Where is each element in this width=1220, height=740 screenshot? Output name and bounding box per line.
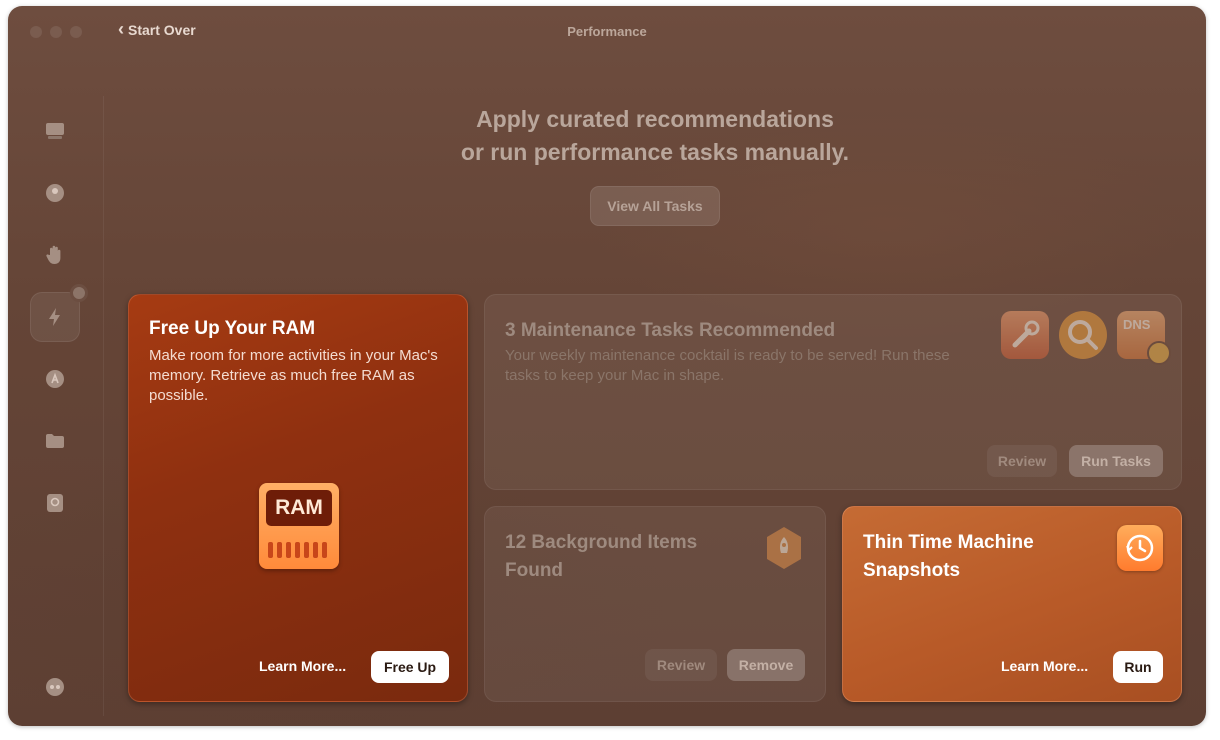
remove-button[interactable]: Remove [727,649,805,681]
run-button[interactable]: Run [1113,651,1163,683]
view-all-tasks-button[interactable]: View All Tasks [590,186,720,226]
headline-line-2: or run performance tasks manually. [460,139,850,165]
maintenance-tasks-card: 3 Maintenance Tasks Recommended Your wee… [484,294,1182,490]
maintenance-card-title: 3 Maintenance Tasks Recommended [505,320,836,341]
background-card-title: 12 Background Items Found [505,532,698,581]
sidebar-item-protection[interactable] [30,168,80,218]
folder-icon [46,434,64,448]
bolt-icon [49,308,60,326]
headline-line-1: Apply curated recommendations [476,106,834,132]
shield-icon [46,184,64,202]
dns-icon-label: DNS [1123,317,1151,332]
sidebar-item-files[interactable] [30,416,80,466]
time-machine-learn-more-link[interactable]: Learn More... [1001,658,1088,674]
background-review-button[interactable]: Review [645,649,717,681]
clock-icon [1147,341,1171,365]
ram-chip-icon: RAM [259,483,339,569]
apps-icon [46,370,64,388]
sidebar-item-space-lens[interactable] [30,478,80,528]
time-machine-card: Thin Time Machine Snapshots Learn More..… [842,506,1182,702]
sidebar-item-applications[interactable] [30,354,80,404]
background-items-card: 12 Background Items Found Review Remove [484,506,826,702]
dns-icon: DNS [1117,311,1171,365]
ram-card-title: Free Up Your RAM [149,318,316,339]
free-up-button[interactable]: Free Up [371,651,449,683]
free-up-ram-card: Free Up Your RAM Make room for more acti… [128,294,468,702]
maintenance-card-description: Your weekly maintenance cocktail is read… [505,347,950,384]
maintenance-review-button[interactable]: Review [987,445,1057,477]
search-doc-icon [47,494,63,512]
maintenance-icons: DNS [1001,311,1171,365]
sidebar-item-performance[interactable] [30,284,88,342]
ram-learn-more-link[interactable]: Learn More... [259,658,346,674]
wrench-icon [1001,311,1049,359]
app-window: ‹ Start Over Performance Apply curated r… [8,6,1206,726]
rocket-icon [763,525,805,571]
monitor-sweep-icon [46,123,64,139]
sidebar-item-cleanup[interactable] [30,106,80,156]
sidebar [8,96,104,716]
assistant-icon [46,678,64,696]
magnifier-icon [1059,311,1107,359]
sidebar-item-assistant[interactable] [30,662,80,712]
run-tasks-button[interactable]: Run Tasks [1069,445,1163,477]
sidebar-item-privacy[interactable] [30,230,80,280]
ram-card-description: Make room for more activities in your Ma… [149,347,438,404]
notification-badge [70,284,88,302]
time-machine-icon [1117,525,1163,571]
time-machine-card-title: Thin Time Machine Snapshots [863,532,1034,581]
ram-pins [268,542,327,558]
ram-icon-label: RAM [266,490,332,526]
hand-icon [46,245,61,264]
window-title: Performance [567,24,647,39]
page-headline: Apply curated recommendations or run per… [308,103,1002,169]
